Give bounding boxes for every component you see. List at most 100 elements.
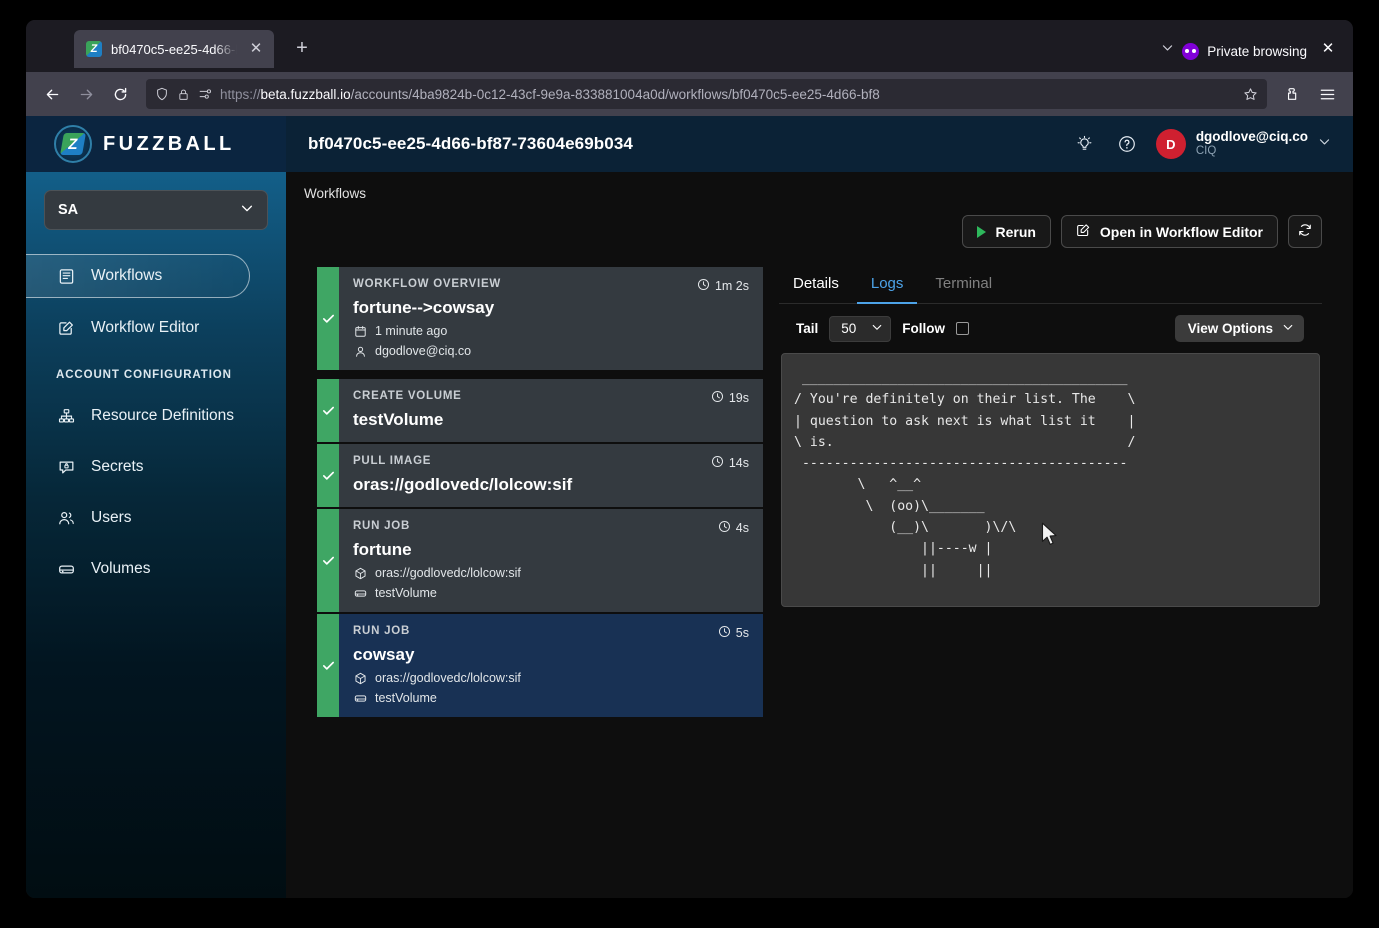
lock-icon — [177, 88, 190, 101]
step-card-body: CREATE VOLUME 19s testVolume — [339, 379, 763, 442]
detail-pane: Details Logs Terminal Tail 50 Follow Vie… — [779, 267, 1322, 898]
user-menu[interactable]: D dgodlove@ciq.co CIQ — [1155, 129, 1331, 159]
step-card-header: RUN JOB 5s — [353, 625, 749, 641]
sitemap-icon — [56, 408, 76, 425]
page-title: bf0470c5-ee25-4d66-bf87-73604e69b034 — [308, 134, 633, 153]
list-all-tabs-icon[interactable] — [1152, 34, 1182, 60]
fuzzball-app: FUZZBALL bf0470c5-ee25-4d66-bf87-73604e6… — [26, 116, 1353, 898]
sidebar-item-label: Users — [91, 509, 132, 526]
window-close-icon[interactable]: ✕ — [1313, 34, 1343, 62]
header-actions: D dgodlove@ciq.co CIQ — [1072, 129, 1353, 159]
new-tab-button[interactable]: + — [288, 34, 316, 62]
step-kind: PULL IMAGE — [353, 455, 432, 467]
close-icon[interactable]: ✕ — [246, 39, 266, 59]
cube-icon — [353, 672, 367, 685]
sidebar-item-label: Workflow Editor — [91, 319, 200, 336]
pencil-square-icon — [1076, 223, 1091, 241]
step-meta-row: dgodlove@ciq.co — [353, 344, 749, 358]
step-card-workflow-overview[interactable]: WORKFLOW OVERVIEW 1m 2s fortune-->cowsay — [317, 267, 763, 370]
user-email: dgodlove@ciq.co — [1195, 129, 1308, 144]
tab-logs[interactable]: Logs — [856, 267, 918, 304]
open-in-workflow-editor-button[interactable]: Open in Workflow Editor — [1060, 215, 1278, 248]
app-menu-icon[interactable] — [1311, 78, 1343, 110]
workflow-steps-list: WORKFLOW OVERVIEW 1m 2s fortune-->cowsay — [317, 267, 763, 898]
view-options-label: View Options — [1187, 321, 1273, 336]
browser-tab[interactable]: bf0470c5-ee25-4d66-bf8 ✕ — [74, 30, 274, 68]
help-circle-icon[interactable] — [1114, 131, 1140, 157]
permissions-icon[interactable] — [198, 87, 212, 101]
user-info: dgodlove@ciq.co CIQ — [1196, 129, 1308, 159]
status-badge — [317, 509, 339, 612]
sidebar-item-users[interactable]: Users — [26, 497, 286, 539]
step-title: fortune — [353, 540, 412, 559]
list-icon — [56, 268, 76, 285]
step-card-header: PULL IMAGE 14s — [353, 455, 749, 471]
step-duration: 19s — [711, 390, 749, 406]
sidebar-item-resource-definitions[interactable]: Resource Definitions — [26, 395, 286, 437]
step-meta-text: 1 minute ago — [375, 324, 448, 338]
rerun-label: Rerun — [995, 223, 1036, 240]
tab-details[interactable]: Details — [779, 267, 853, 304]
person-icon — [353, 345, 367, 358]
account-selector[interactable]: SA — [44, 190, 268, 230]
pencil-square-icon — [56, 320, 76, 337]
step-card-body: RUN JOB 4s fortune oras://godlovedc/lolc… — [339, 509, 763, 612]
lightbulb-icon[interactable] — [1072, 131, 1098, 157]
rerun-button[interactable]: Rerun — [962, 215, 1051, 248]
sidebar-item-workflows[interactable]: Workflows — [26, 254, 250, 298]
chevron-down-icon — [871, 321, 883, 336]
private-mask-icon — [1182, 43, 1200, 60]
chevron-down-icon — [240, 201, 254, 219]
workflow-toolbar: Rerun Open in Workflow Editor — [286, 201, 1353, 260]
clock-icon — [697, 278, 710, 294]
step-card-header: RUN JOB 4s — [353, 520, 749, 536]
reload-icon[interactable] — [104, 78, 136, 110]
extensions-icon[interactable] — [1277, 78, 1309, 110]
sidebar-item-workflow-editor[interactable]: Workflow Editor — [26, 307, 286, 349]
step-card-body: WORKFLOW OVERVIEW 1m 2s fortune-->cowsay — [339, 267, 763, 370]
step-meta-text: oras://godlovedc/lolcow:sif — [375, 566, 521, 580]
view-options-button[interactable]: View Options — [1174, 315, 1304, 342]
step-card-run-job-cowsay[interactable]: RUN JOB 5s cowsay oras://godlovedc/lolco… — [317, 614, 763, 717]
status-badge — [317, 267, 339, 370]
drive-icon — [353, 587, 367, 600]
step-duration: 1m 2s — [697, 278, 749, 294]
step-card-header: CREATE VOLUME 19s — [353, 390, 749, 406]
bookmark-star-icon[interactable] — [1239, 83, 1261, 105]
clock-icon — [718, 520, 731, 536]
tab-terminal[interactable]: Terminal — [921, 267, 1006, 304]
sidebar-item-label: Secrets — [91, 458, 144, 475]
chevron-down-icon — [1282, 321, 1294, 336]
status-badge — [317, 444, 339, 507]
main-content: Workflows Rerun Open in Workflow Editor — [286, 172, 1353, 898]
browser-tab-strip: bf0470c5-ee25-4d66-bf8 ✕ + Private brows… — [26, 20, 1353, 72]
detail-tabs: Details Logs Terminal — [779, 267, 1322, 304]
step-meta-row: testVolume — [353, 691, 749, 705]
refresh-icon — [1297, 222, 1313, 241]
step-card-create-volume[interactable]: CREATE VOLUME 19s testVolume — [317, 379, 763, 442]
log-output-panel[interactable]: ________________________________________… — [781, 353, 1320, 607]
private-browsing-indicator: Private browsing — [1182, 43, 1307, 60]
url-bar[interactable]: https://beta.fuzzball.io/accounts/4ba982… — [146, 79, 1267, 109]
step-card-pull-image[interactable]: PULL IMAGE 14s oras://godlovedc/lolcow:s… — [317, 444, 763, 507]
follow-checkbox[interactable] — [956, 322, 970, 335]
brand-area[interactable]: FUZZBALL — [26, 116, 286, 172]
back-icon[interactable] — [36, 78, 68, 110]
step-card-body: PULL IMAGE 14s oras://godlovedc/lolcow:s… — [339, 444, 763, 507]
forward-icon[interactable] — [70, 78, 102, 110]
sidebar-item-label: Workflows — [91, 267, 163, 284]
breadcrumb[interactable]: Workflows — [286, 172, 1353, 201]
browser-window: bf0470c5-ee25-4d66-bf8 ✕ + Private brows… — [26, 20, 1353, 898]
clock-icon — [711, 390, 724, 406]
url-text: https://beta.fuzzball.io/accounts/4ba982… — [220, 86, 880, 102]
sidebar-item-volumes[interactable]: Volumes — [26, 548, 286, 590]
tail-value: 50 — [841, 321, 857, 336]
refresh-button[interactable] — [1288, 215, 1322, 248]
step-card-body: RUN JOB 5s cowsay oras://godlovedc/lolco… — [339, 614, 763, 717]
fuzzball-logo-icon — [54, 125, 92, 163]
step-card-run-job-fortune[interactable]: RUN JOB 4s fortune oras://godlovedc/lolc… — [317, 509, 763, 612]
sidebar-item-secrets[interactable]: Secrets — [26, 446, 286, 488]
tail-label: Tail — [796, 321, 819, 336]
tail-select[interactable]: 50 — [829, 315, 892, 342]
users-icon — [56, 510, 76, 527]
